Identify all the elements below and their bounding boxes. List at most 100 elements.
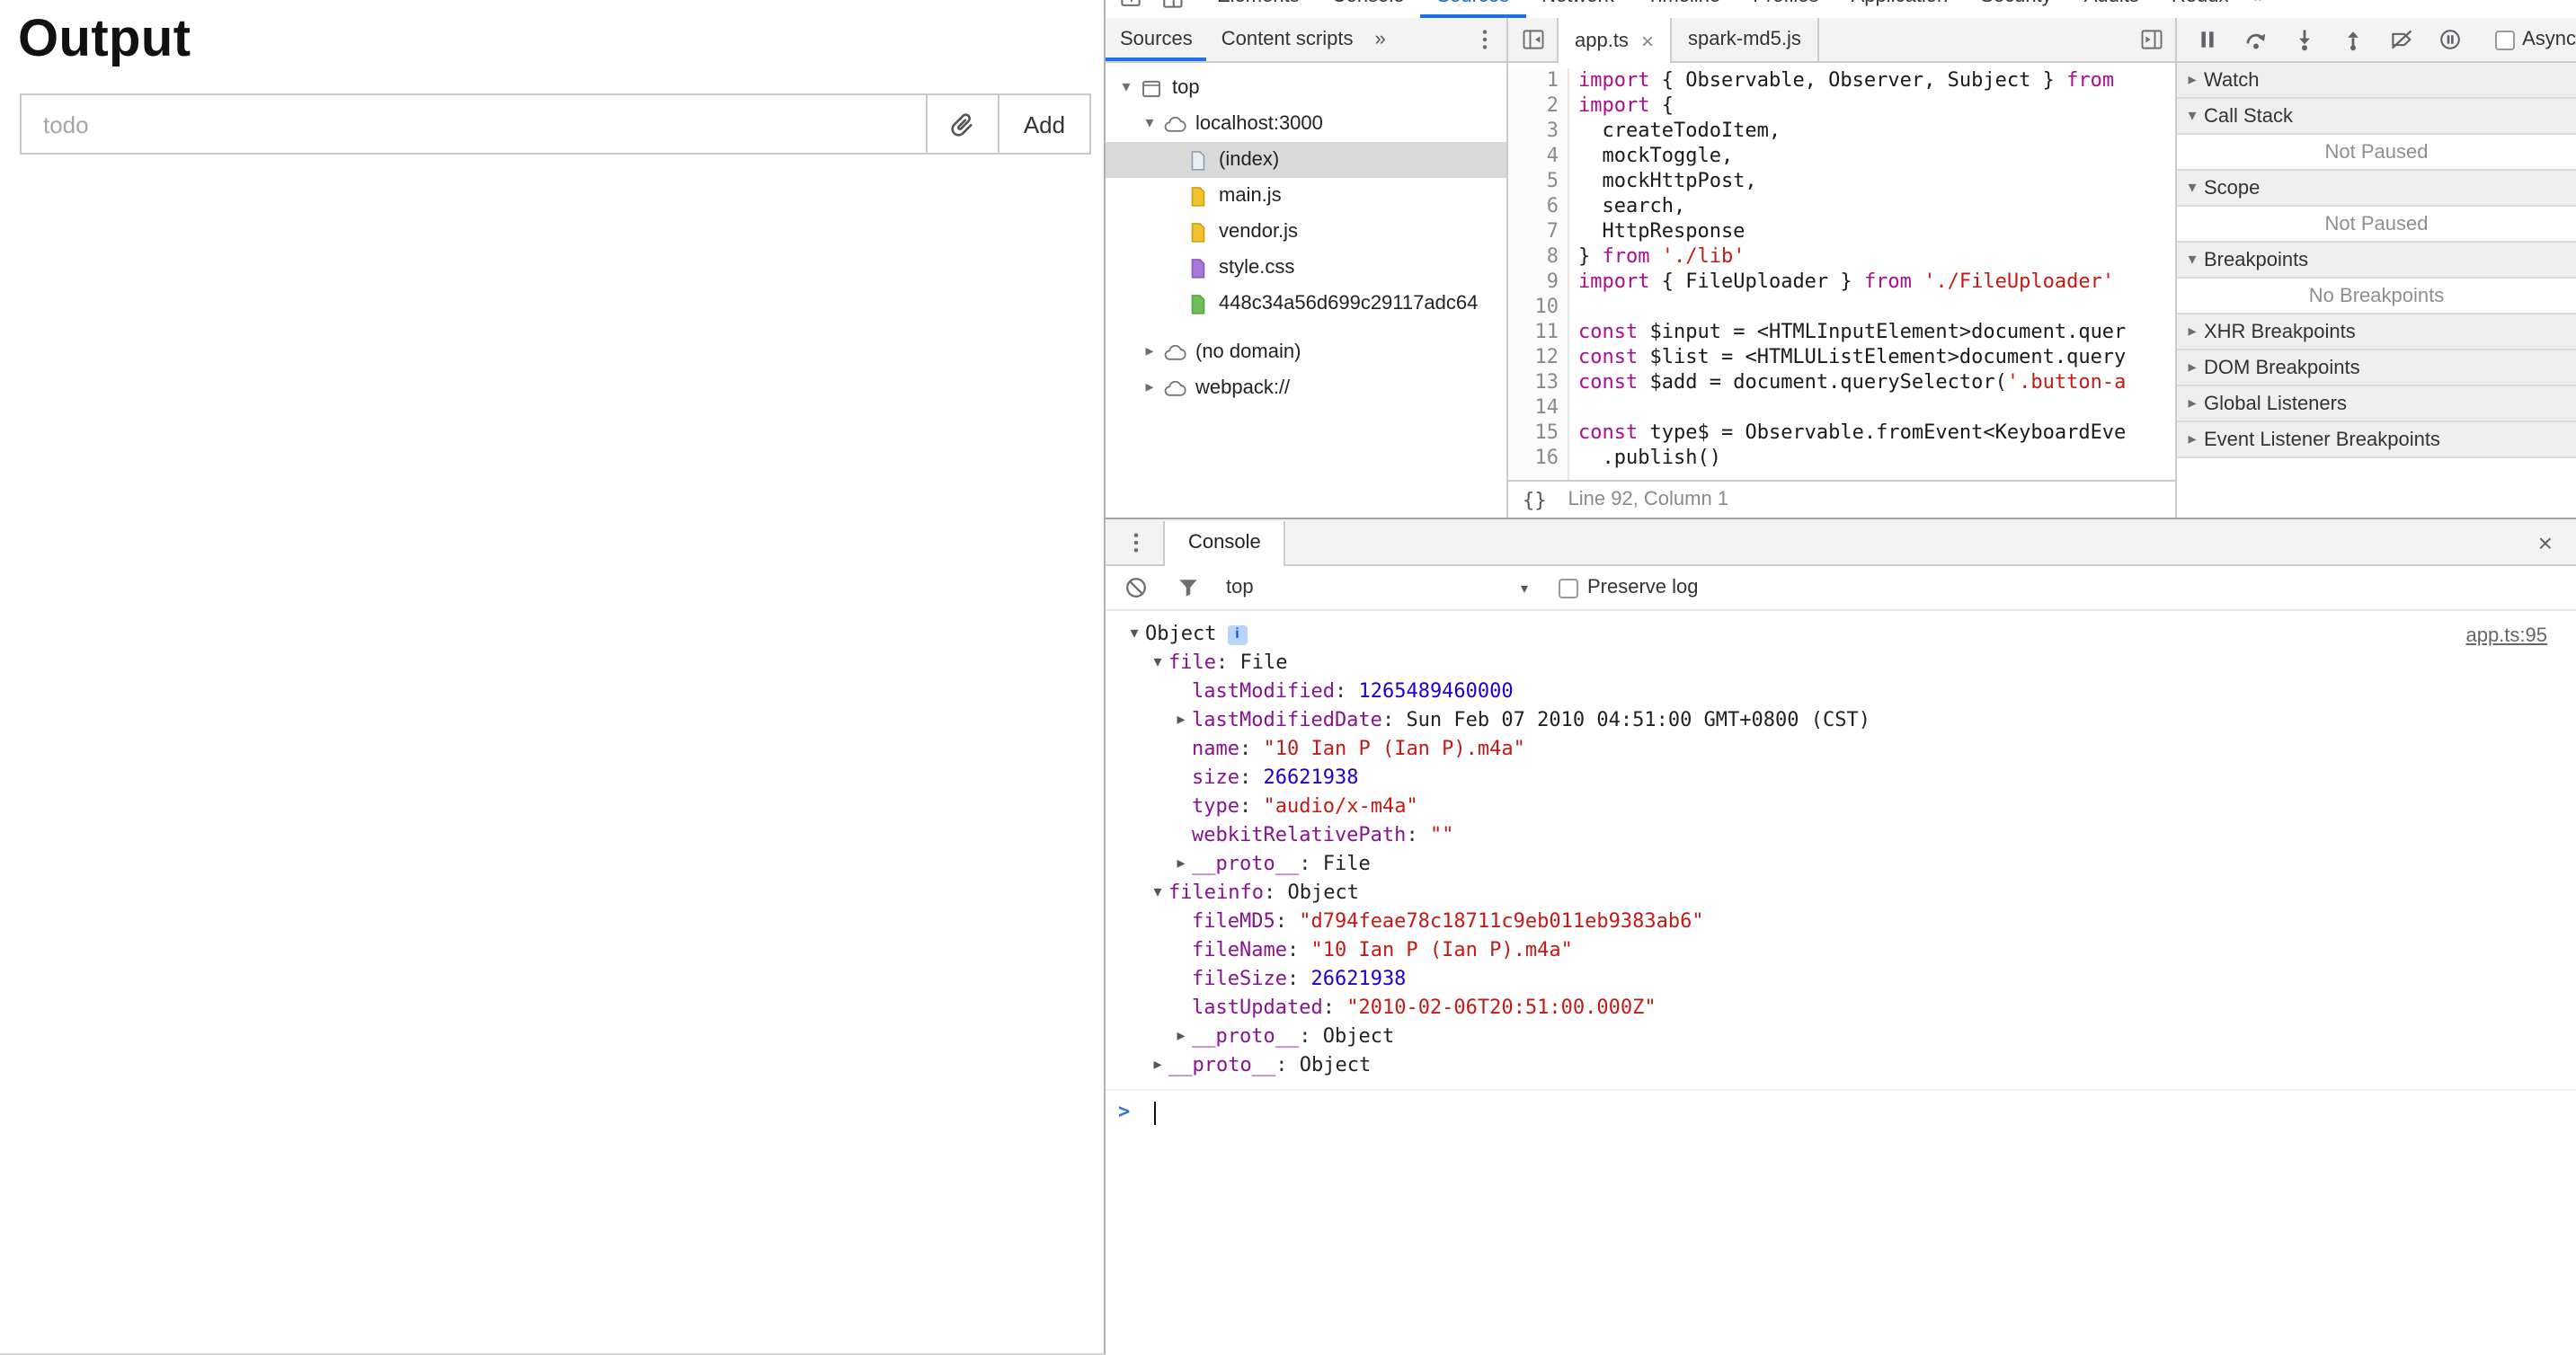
- line-number[interactable]: 15: [1508, 421, 1559, 446]
- main-tab-sources[interactable]: Sources: [1420, 0, 1525, 18]
- line-number[interactable]: 1: [1508, 68, 1559, 93]
- file-tree-item-index[interactable]: (index): [1106, 142, 1506, 178]
- debugger-section-scope[interactable]: ▾Scope: [2177, 171, 2576, 207]
- tree-expander-icon[interactable]: ▸: [1170, 1023, 1192, 1051]
- line-number[interactable]: 13: [1508, 370, 1559, 395]
- line-number[interactable]: 6: [1508, 194, 1559, 219]
- message-source-link[interactable]: app.ts:95: [2465, 622, 2547, 651]
- file-tree-item-vendor-js[interactable]: vendor.js: [1106, 214, 1506, 250]
- attach-button[interactable]: [926, 93, 999, 155]
- main-tab-console[interactable]: Console: [1316, 0, 1421, 18]
- close-drawer-icon[interactable]: ×: [2538, 529, 2553, 554]
- main-tab-application[interactable]: Application: [1835, 0, 1965, 18]
- execution-context-selector[interactable]: top ▾: [1226, 577, 1528, 598]
- close-tab-icon[interactable]: ×: [1641, 30, 1654, 51]
- step-out-icon[interactable]: [2341, 25, 2389, 54]
- drawer-menu-icon[interactable]: [1124, 529, 1149, 554]
- add-button[interactable]: Add: [998, 93, 1091, 155]
- navigator-tab-sources[interactable]: Sources: [1106, 18, 1207, 61]
- navigator-tabs-overflow-chevron[interactable]: »: [1367, 29, 1392, 50]
- main-tab-redux[interactable]: Redux: [2155, 0, 2245, 18]
- step-into-icon[interactable]: [2292, 25, 2341, 54]
- main-tab-elements[interactable]: Elements: [1201, 0, 1316, 18]
- editor-tabbar: app.ts×spark-md5.js: [1508, 18, 2175, 63]
- main-tabs-overflow-chevron[interactable]: »: [2244, 0, 2273, 18]
- console-tree-row: lastUpdated: "2010-02-06T20:51:00.000Z": [1106, 994, 2576, 1023]
- inspect-icon[interactable]: [1118, 0, 1143, 10]
- debugger-section-breakpoints[interactable]: ▾Breakpoints: [2177, 243, 2576, 279]
- editor-statusbar: {} Line 92, Column 1: [1508, 480, 2175, 518]
- line-number[interactable]: 11: [1508, 320, 1559, 345]
- debugger-section-call-stack[interactable]: ▾Call Stack: [2177, 99, 2576, 135]
- line-number[interactable]: 16: [1508, 446, 1559, 471]
- tree-expander-icon[interactable]: ▸: [1170, 850, 1192, 879]
- device-toolbar-icon[interactable]: [1159, 0, 1185, 10]
- line-number[interactable]: 7: [1508, 219, 1559, 244]
- line-number[interactable]: 2: [1508, 93, 1559, 119]
- show-drawer-icon[interactable]: [2137, 27, 2166, 52]
- editor-tab-spark-md5-js[interactable]: spark-md5.js: [1672, 18, 1819, 61]
- pretty-print-button[interactable]: {}: [1508, 488, 1561, 511]
- file-tree-item-top[interactable]: ▾top: [1106, 70, 1506, 106]
- navigator-menu-icon[interactable]: [1472, 27, 1497, 52]
- paperclip-icon: [941, 102, 984, 146]
- tree-expander-icon[interactable]: ▸: [1140, 343, 1159, 361]
- line-number[interactable]: 5: [1508, 169, 1559, 194]
- line-number[interactable]: 12: [1508, 345, 1559, 370]
- file-tree-item-main-js[interactable]: main.js: [1106, 178, 1506, 214]
- async-checkbox[interactable]: [2495, 30, 2515, 49]
- console-tree-row: ▸lastModifiedDate: Sun Feb 07 2010 04:51…: [1106, 706, 2576, 735]
- step-over-icon[interactable]: [2243, 25, 2292, 54]
- debugger-section-xhr-breakpoints[interactable]: ▸XHR Breakpoints: [2177, 314, 2576, 350]
- console-prompt[interactable]: >: [1106, 1093, 2576, 1132]
- pause-on-exceptions-icon[interactable]: [2438, 25, 2486, 54]
- line-number[interactable]: 14: [1508, 395, 1559, 421]
- debugger-section-dom-breakpoints[interactable]: ▸DOM Breakpoints: [2177, 350, 2576, 386]
- tab-console[interactable]: Console: [1163, 520, 1286, 565]
- debugger-section-global-listeners[interactable]: ▸Global Listeners: [2177, 386, 2576, 422]
- deactivate-breakpoints-icon[interactable]: [2389, 25, 2438, 54]
- code-lines[interactable]: import { Observable, Observer, Subject }…: [1569, 68, 2175, 480]
- tree-expander-icon[interactable]: ▸: [1170, 706, 1192, 735]
- evaluated-info-icon[interactable]: i: [1228, 624, 1248, 644]
- property-name: fileSize: [1192, 965, 1287, 994]
- file-tree-item-localhost-3000[interactable]: ▾localhost:3000: [1106, 106, 1506, 142]
- preserve-log-checkbox[interactable]: [1559, 578, 1578, 598]
- tree-expander-icon[interactable]: ▾: [1124, 620, 1145, 649]
- cloud-icon: [1163, 112, 1186, 136]
- code-line: search,: [1578, 194, 2175, 219]
- hide-navigator-icon[interactable]: [1519, 27, 1548, 52]
- todo-input[interactable]: [20, 93, 928, 155]
- tree-expander-icon[interactable]: ▾: [1147, 879, 1168, 908]
- tree-expander-icon[interactable]: ▾: [1116, 79, 1136, 97]
- tree-expander-icon[interactable]: ▸: [1147, 1051, 1168, 1080]
- line-number[interactable]: 10: [1508, 295, 1559, 320]
- line-number[interactable]: 9: [1508, 270, 1559, 295]
- debugger-sections: ▸Watch▾Call StackNot Paused▾ScopeNot Pau…: [2177, 63, 2576, 458]
- code-line: import { FileUploader } from './FileUplo…: [1578, 270, 2175, 295]
- main-tab-audits[interactable]: Audits: [2068, 0, 2155, 18]
- tree-expander-icon[interactable]: ▸: [1140, 379, 1159, 397]
- file-tree-item-no-domain[interactable]: ▸ (no domain): [1106, 334, 1506, 370]
- file-tree-label: (no domain): [1195, 341, 1301, 363]
- main-tab-profiles[interactable]: Profiles: [1737, 0, 1834, 18]
- main-tab-security[interactable]: Security: [1964, 0, 2068, 18]
- file-tree-item-448c34a56d699c29117adc64[interactable]: 448c34a56d699c29117adc64: [1106, 286, 1506, 322]
- editor-tab-app-ts[interactable]: app.ts×: [1557, 18, 1672, 63]
- line-number[interactable]: 4: [1508, 144, 1559, 169]
- tree-expander-icon[interactable]: ▾: [1140, 115, 1159, 133]
- line-number[interactable]: 3: [1508, 119, 1559, 144]
- tree-expander-icon[interactable]: ▾: [1147, 649, 1168, 678]
- debugger-section-event-listener-breakpoints[interactable]: ▸Event Listener Breakpoints: [2177, 422, 2576, 458]
- file-tree-item-style-css[interactable]: style.css: [1106, 250, 1506, 286]
- pause-icon[interactable]: [2195, 25, 2243, 54]
- clear-console-icon[interactable]: [1124, 575, 1149, 600]
- filter-icon[interactable]: [1176, 575, 1201, 600]
- main-tab-timeline[interactable]: Timeline: [1630, 0, 1737, 18]
- navigator-tab-content-scripts[interactable]: Content scripts: [1207, 18, 1368, 61]
- file-tree-item-webpack[interactable]: ▸webpack://: [1106, 370, 1506, 406]
- debugger-section-watch[interactable]: ▸Watch: [2177, 63, 2576, 99]
- main-tab-network[interactable]: Network: [1525, 0, 1630, 18]
- file-green-icon: [1186, 292, 1210, 315]
- line-number[interactable]: 8: [1508, 244, 1559, 270]
